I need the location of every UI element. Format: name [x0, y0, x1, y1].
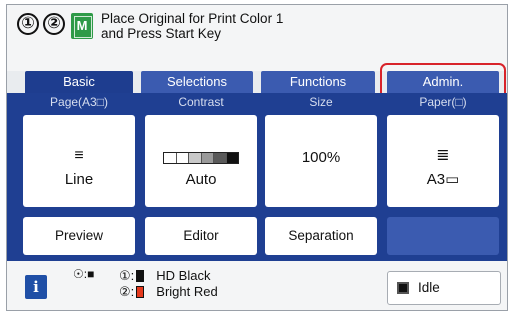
drum-status-icon: ☉:■ [73, 267, 95, 281]
ink-1-status: ①: HD Black [119, 268, 210, 284]
contrast-value: Auto [185, 171, 217, 188]
ink-2-status: ②: Bright Red [119, 284, 218, 300]
document-icon: ≡ [74, 147, 84, 164]
tab-admin[interactable]: Admin. [387, 71, 499, 93]
status-message: Place Original for Print Color 1 and Pre… [101, 11, 421, 41]
idle-status-button[interactable]: Idle [387, 271, 501, 305]
editor-button[interactable]: Editor [145, 217, 257, 255]
tab-selections[interactable]: Selections [141, 71, 253, 93]
size-button[interactable]: 100% [265, 115, 377, 207]
info-icon[interactable]: i [25, 275, 47, 299]
ink-2-number: ②: [119, 284, 135, 299]
machine-status-icon [397, 282, 409, 294]
message-line-1: Place Original for Print Color 1 [101, 11, 284, 26]
paper-button[interactable]: ≣ A3▭ [387, 115, 499, 207]
empty-button-slot [387, 217, 499, 255]
tab-functions[interactable]: Functions [261, 71, 375, 93]
paper-label: Paper(□) [419, 95, 467, 109]
page-mode-value: Line [64, 171, 94, 188]
red-ink-swatch-icon [136, 286, 145, 298]
basic-settings-panel: Page(A3□) Contrast Size Paper(□) ≡ Line … [7, 93, 507, 261]
status-text: Idle [418, 280, 440, 295]
tab-bar: Basic Selections Functions Admin. [25, 71, 505, 93]
contrast-label: Contrast [178, 95, 224, 109]
header: ① ② M Place Original for Print Color 1 a… [7, 5, 507, 71]
contrast-scale-icon [163, 152, 239, 164]
step-1-indicator: ① [17, 13, 39, 35]
page-label: Page(A3□) [50, 95, 108, 109]
ink-1-number: ①: [119, 268, 135, 283]
contrast-button[interactable]: Auto [145, 115, 257, 207]
size-value: 100% [301, 149, 341, 166]
page-mode-button[interactable]: ≡ Line [23, 115, 135, 207]
separation-button[interactable]: Separation [265, 217, 377, 255]
ink-2-name: Bright Red [156, 284, 218, 299]
tab-basic[interactable]: Basic [25, 71, 133, 93]
ink-1-name: HD Black [156, 268, 211, 283]
paper-tray-icon: ≣ [436, 147, 450, 164]
paper-value: A3▭ [426, 171, 460, 188]
step-2-indicator: ② [43, 13, 65, 35]
printer-control-screen: ① ② M Place Original for Print Color 1 a… [6, 4, 508, 311]
preview-button[interactable]: Preview [23, 217, 135, 255]
status-footer: i ☉:■ ①: HD Black ②: Bright Red Idle [7, 261, 507, 310]
size-label: Size [309, 95, 333, 109]
message-line-2: and Press Start Key [101, 26, 222, 41]
master-mode-icon: M [71, 13, 93, 39]
black-ink-swatch-icon [136, 270, 145, 282]
